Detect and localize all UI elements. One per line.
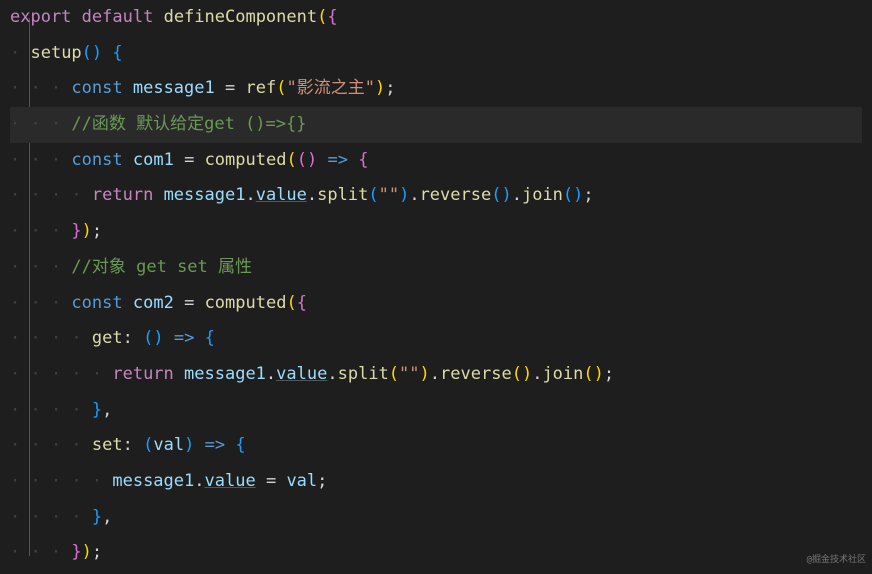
function-name: computed [205,293,287,313]
function-name: defineComponent [164,7,318,27]
code-line[interactable]: · · · · set: (val) => { [10,428,862,464]
code-line[interactable]: · · · · · message1.value = val; [10,464,862,500]
code-line[interactable]: · · · const message1 = ref("影流之主"); [10,71,862,107]
method: join [522,185,563,205]
variable: val [286,471,317,491]
code-line[interactable]: export default defineComponent({ [10,0,862,36]
code-line[interactable]: · · · · get: () => { [10,321,862,357]
variable: message1 [112,471,194,491]
property-key: get [92,328,123,348]
method: reverse [440,364,512,384]
operator: = [184,150,194,170]
method: join [542,364,583,384]
string-literal: "" [399,364,419,384]
variable: message1 [133,78,215,98]
keyword: const [71,150,122,170]
property-key: set [92,435,123,455]
string-literal: "" [379,185,399,205]
operator: = [266,471,276,491]
variable: com2 [133,293,174,313]
property: value [276,364,327,384]
parameter: val [153,435,184,455]
code-line[interactable]: · · · }); [10,535,862,571]
method: reverse [420,185,492,205]
arrow: => [327,150,347,170]
arrow: => [174,328,194,348]
code-line[interactable]: · · · const com2 = computed({ [10,286,862,322]
code-line[interactable]: · · · · }, [10,393,862,429]
brace: { [112,43,122,63]
string-literal: "影流之主" [286,78,374,98]
code-line[interactable]: · · · · · return message1.value.split(""… [10,357,862,393]
watermark: @掘金技术社区 [807,551,866,570]
comment: //函数 默认给定get ()=>{} [71,114,306,134]
property: value [256,185,307,205]
variable: message1 [184,364,266,384]
method: split [338,364,389,384]
comment: //对象 get set 属性 [71,257,252,277]
code-line[interactable]: · · · }); [10,214,862,250]
method-name: setup [30,43,81,63]
operator: = [184,293,194,313]
code-line[interactable]: · · · //函数 默认给定get ()=>{} [10,107,862,143]
property: value [205,471,256,491]
code-line[interactable]: · · · · return message1.value.split("").… [10,178,862,214]
keyword: const [71,293,122,313]
method: split [317,185,368,205]
keyword: default [82,7,154,27]
keyword: return [112,364,173,384]
keyword: const [71,78,122,98]
function-name: computed [205,150,287,170]
variable: message1 [164,185,246,205]
function-name: ref [246,78,277,98]
arrow: => [205,435,225,455]
variable: com1 [133,150,174,170]
code-line[interactable]: · · · · }, [10,500,862,536]
keyword: export [10,7,71,27]
keyword: return [92,185,153,205]
code-line[interactable]: · setup() { [10,36,862,72]
code-line[interactable]: · · · //对象 get set 属性 [10,250,862,286]
parens: () [82,43,102,63]
code-line[interactable]: · · · const com1 = computed(() => { [10,143,862,179]
operator: = [225,78,235,98]
